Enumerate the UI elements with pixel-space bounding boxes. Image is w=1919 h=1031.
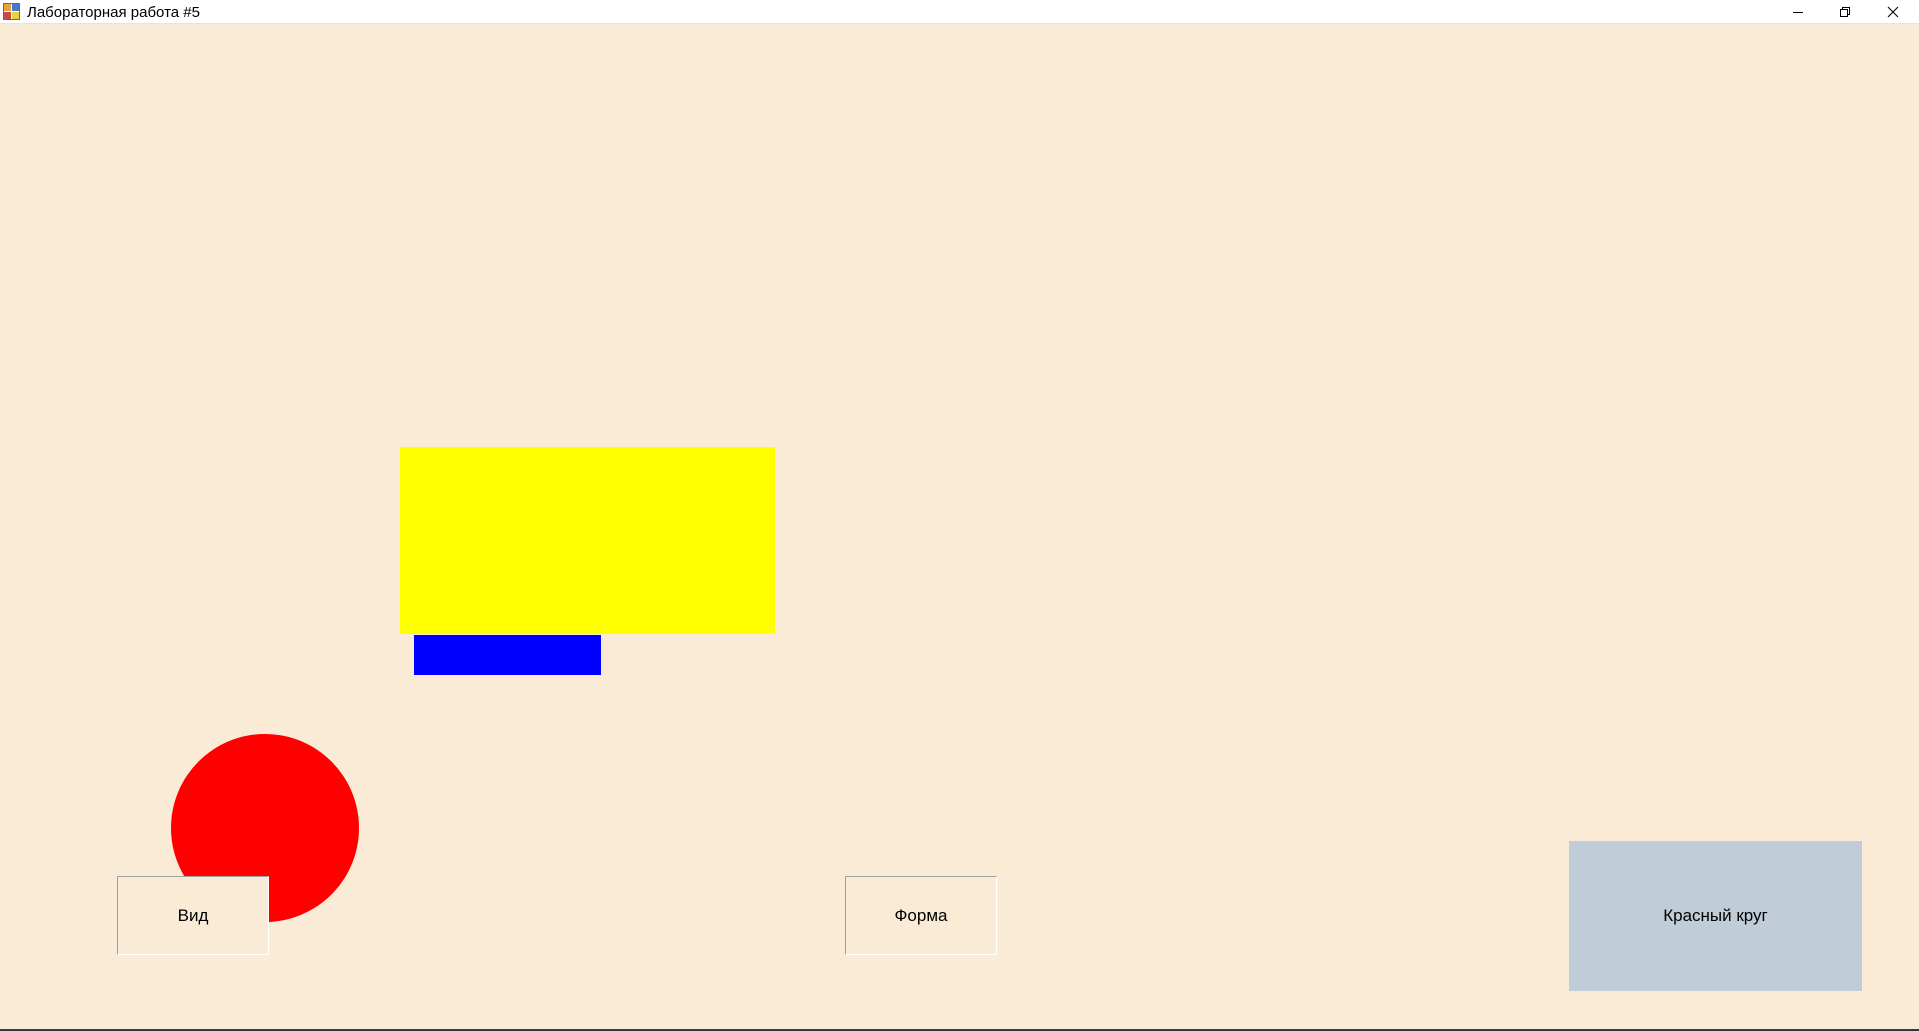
red-circle-button-label: Красный круг [1663,906,1768,925]
close-icon [1887,6,1899,18]
app-form-icon [3,3,20,20]
forma-button-label: Форма [894,905,948,925]
restore-button[interactable] [1822,0,1868,24]
restore-icon [1840,7,1850,17]
minimize-icon [1793,12,1803,13]
vid-button[interactable]: Вид [117,876,269,955]
yellow-rectangle [400,447,775,634]
forma-button[interactable]: Форма [845,876,997,955]
blue-rectangle [414,635,601,675]
red-circle-button[interactable]: Красный круг [1569,841,1862,991]
minimize-button[interactable] [1775,0,1821,24]
title-bar[interactable]: Лабораторная работа #5 [0,0,1919,24]
window-title: Лабораторная работа #5 [27,4,200,21]
vid-button-label: Вид [177,905,209,925]
close-button[interactable] [1870,0,1916,24]
